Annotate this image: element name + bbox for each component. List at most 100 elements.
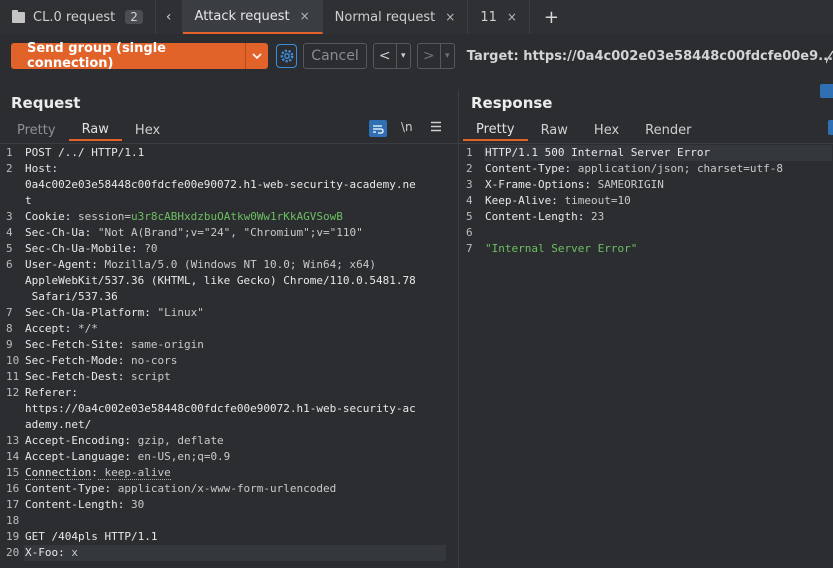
header-name: Accept (25, 322, 65, 335)
menu-button[interactable] (430, 121, 442, 136)
back-button[interactable]: < (374, 44, 396, 68)
close-icon[interactable]: × (507, 10, 517, 24)
tab-hex[interactable]: Hex (581, 119, 632, 141)
collapse-group-icon[interactable]: ‹ (156, 0, 183, 34)
header-value: keep-alive (97, 466, 171, 480)
code-line: Sec-Fetch-Dest: script (25, 370, 171, 383)
tab-attack-request[interactable]: Attack request × (182, 0, 323, 34)
code-line: POST /../ HTTP/1.1 (25, 145, 144, 161)
request-editor[interactable]: 1 POST /../ HTTP/1.1 2 Host: 0a4c002e03e5844… (6, 145, 452, 568)
line-number: 14 (6, 450, 20, 463)
tab-label: Attack request (194, 8, 290, 24)
request-view-tabs: Pretty Raw Hex (4, 119, 173, 141)
code-line: Keep-Alive: timeout=10 (485, 194, 631, 207)
header-name: Connection (25, 466, 92, 480)
code-line: Sec-Ch-Ua-Mobile: ?0 (25, 242, 158, 255)
edit-target-icon[interactable] (825, 48, 833, 64)
line-number: 3 (466, 178, 473, 191)
forward-nav: > ▾ (416, 43, 455, 69)
settings-button[interactable] (275, 44, 298, 68)
line-number: 3 (6, 210, 13, 223)
code-line: HTTP/1.1 500 Internal Server Error (485, 145, 710, 161)
chevron-down-icon (252, 52, 262, 59)
header-name: Referer (25, 386, 72, 399)
tab-pretty[interactable]: Pretty (4, 119, 69, 141)
line-number: 8 (6, 322, 13, 335)
tab-raw[interactable]: Raw (68, 119, 122, 141)
response-wrap-icon[interactable] (828, 120, 833, 135)
line-number: 19 (6, 530, 20, 543)
tab-hex[interactable]: Hex (122, 119, 173, 141)
header-name: Content-Length (485, 210, 578, 223)
header-value: gzip, deflate (130, 434, 224, 447)
json-string: "Internal Server Error" (485, 242, 638, 255)
line-text: https://0a4c002e03e58448c00fdcfe00e90072… (25, 402, 416, 415)
request-tabs-divider (0, 143, 458, 144)
cancel-button[interactable]: Cancel (303, 43, 367, 69)
tab-11[interactable]: 11 × (468, 0, 530, 34)
wrap-lines-button[interactable] (369, 120, 387, 137)
tab-count-badge: 2 (125, 10, 143, 24)
code-line: t (25, 193, 32, 209)
tab-label: 11 (480, 9, 497, 25)
panel-divider[interactable] (458, 90, 459, 568)
code-line: ademy.net/ (25, 417, 91, 433)
forward-button[interactable]: > (418, 44, 440, 68)
request-panel-title: Request (11, 94, 81, 112)
code-line: Referer: (25, 386, 78, 399)
close-icon[interactable]: × (300, 9, 310, 23)
header-name: Sec-Ch-Ua (25, 226, 85, 239)
tab-render[interactable]: Render (632, 119, 704, 141)
line-number: 6 (6, 258, 13, 271)
line-text: HTTP/1.1 500 Internal Server Error (485, 146, 711, 159)
gear-icon (280, 49, 294, 63)
code-line: AppleWebKit/537.36 (KHTML, like Gecko) C… (25, 273, 416, 289)
line-number: 16 (6, 482, 20, 495)
line-number: 20 (6, 546, 20, 559)
line-number: 5 (466, 210, 473, 223)
send-dropdown-button[interactable] (245, 43, 268, 69)
folder-icon (12, 9, 25, 23)
header-name: X-Foo (25, 546, 59, 559)
add-tab-icon[interactable]: + (530, 0, 573, 34)
current-line-highlight (24, 545, 446, 561)
header-name: Content-Type (25, 482, 105, 495)
line-number: 7 (6, 306, 13, 319)
header-name: Sec-Fetch-Site (25, 338, 118, 351)
tab-group-cl0[interactable]: CL.0 request 2 (0, 0, 156, 34)
code-line: Accept: */* (25, 322, 98, 335)
forward-history-dropdown[interactable]: ▾ (439, 44, 454, 68)
line-number: 4 (466, 194, 473, 207)
response-panel-title: Response (471, 94, 553, 112)
header-name: X-Frame-Options (485, 178, 585, 191)
newline-toggle[interactable]: \n (401, 120, 413, 134)
header-name: Accept-Language (25, 450, 125, 463)
header-value: application/json; charset=utf-8 (571, 162, 784, 175)
close-icon[interactable]: × (445, 10, 455, 24)
tab-raw[interactable]: Raw (528, 119, 581, 141)
toolbar: Send group (single connection) Cancel < … (0, 38, 833, 74)
target-label[interactable]: Target: https://0a4c002e03e58448c00fdcfe… (467, 49, 833, 64)
line-number: 1 (466, 146, 473, 159)
code-line: Sec-Fetch-Mode: no-cors (25, 354, 178, 367)
code-line: GET /404pls HTTP/1.1 (25, 529, 157, 545)
line-text: GET /404pls HTTP/1.1 (25, 530, 158, 543)
line-text: t (25, 194, 32, 207)
code-line: Sec-Fetch-Site: same-origin (25, 338, 204, 351)
response-editor[interactable]: 1 HTTP/1.1 500 Internal Server Error 2 Cont… (466, 145, 833, 568)
code-line: Content-Length: 30 (25, 498, 145, 511)
code-line: User-Agent: Mozilla/5.0 (Windows NT 10.0… (25, 258, 377, 271)
send-group-button[interactable]: Send group (single connection) (11, 41, 245, 71)
line-number: 7 (466, 242, 473, 255)
header-name: User-Agent (25, 258, 92, 271)
tab-label: Normal request (334, 9, 436, 25)
tab-normal-request[interactable]: Normal request × (323, 0, 469, 34)
header-value: ?0 (137, 242, 158, 255)
line-number: 10 (6, 354, 20, 367)
back-history-dropdown[interactable]: ▾ (395, 44, 410, 68)
response-view-tabs: Pretty Raw Hex Render (463, 119, 704, 141)
inspector-toggle-icon[interactable] (820, 84, 833, 98)
response-tabs-divider (459, 143, 833, 144)
header-name: Sec-Fetch-Dest (25, 370, 118, 383)
tab-pretty[interactable]: Pretty (463, 119, 528, 141)
